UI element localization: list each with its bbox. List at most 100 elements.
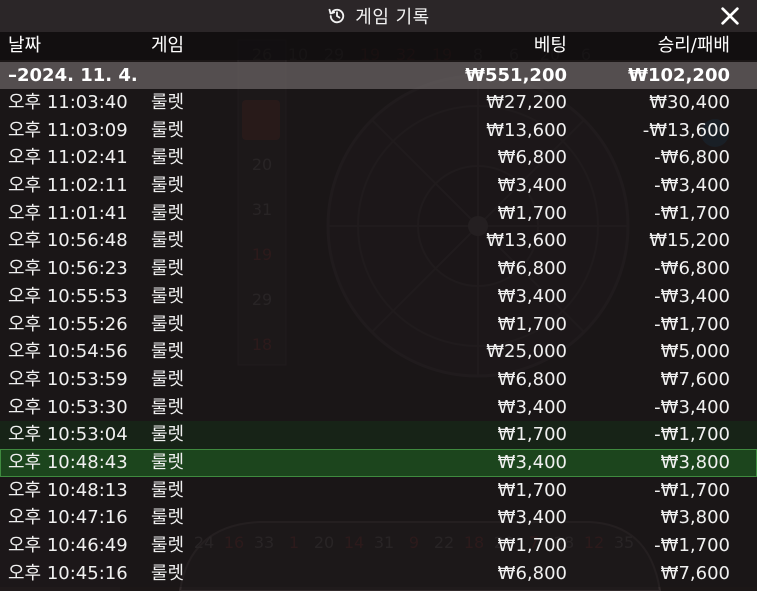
- row-bet: ₩6,800: [497, 368, 567, 390]
- row-bet: ₩13,600: [486, 230, 567, 252]
- row-bet: ₩25,000: [486, 341, 567, 363]
- row-game: 룰렛: [151, 535, 185, 556]
- row-time: 오후 11:03:09: [8, 119, 128, 141]
- row-win-loss: -₩3,400: [654, 175, 730, 197]
- table-row[interactable]: 오후 10:56:23 룰렛 ₩6,800 -₩6,800: [0, 255, 757, 283]
- history-icon: [327, 6, 347, 26]
- row-game: 룰렛: [151, 313, 185, 335]
- row-game: 룰렛: [151, 202, 185, 224]
- row-win-loss: -₩1,700: [654, 424, 730, 446]
- table-row-selected[interactable]: 오후 10:48:43 룰렛 ₩3,400 ₩3,800: [0, 448, 757, 477]
- table-row[interactable]: 오후 11:03:40 룰렛 ₩27,200 ₩30,400: [0, 89, 757, 117]
- row-bet: ₩1,700: [497, 479, 567, 501]
- row-time: 오후 10:53:30: [8, 396, 128, 418]
- row-bet: ₩13,600: [486, 119, 567, 141]
- row-time: 오후 10:53:59: [8, 368, 128, 390]
- row-game: 룰렛: [151, 562, 185, 584]
- row-game: 룰렛: [151, 119, 185, 141]
- row-game: 룰렛: [151, 147, 185, 169]
- row-game: 룰렛: [151, 230, 185, 252]
- table-row[interactable]: 오후 10:48:13 룰렛 ₩1,700 -₩1,700: [0, 476, 757, 505]
- header-game: 게임: [151, 35, 185, 56]
- row-win-loss: ₩5,000: [660, 341, 730, 363]
- table-row[interactable]: 오후 11:01:41 룰렛 ₩1,700 -₩1,700: [0, 199, 757, 228]
- row-time: 오후 10:56:48: [8, 230, 128, 252]
- header-bet: 베팅: [533, 35, 567, 56]
- table-row[interactable]: 오후 10:47:16 룰렛 ₩3,400 ₩3,800: [0, 504, 757, 532]
- row-win-loss: -₩6,800: [654, 147, 730, 169]
- table-row[interactable]: 오후 11:02:41 룰렛 ₩6,800 -₩6,800: [0, 144, 757, 173]
- row-bet: ₩3,400: [497, 175, 567, 197]
- row-time: 오후 11:02:41: [8, 147, 128, 169]
- row-bet: ₩1,700: [497, 202, 567, 224]
- row-time: 오후 10:48:13: [8, 479, 128, 501]
- table-row[interactable]: 오후 10:53:59 룰렛 ₩6,800 ₩7,600: [0, 365, 757, 394]
- title-wrap: 게임 기록: [327, 3, 429, 29]
- row-game: 룰렛: [151, 451, 185, 473]
- row-bet: ₩3,400: [497, 507, 567, 529]
- row-bet: ₩3,400: [497, 285, 567, 307]
- summary-win-loss: ₩102,200: [628, 65, 730, 86]
- day-summary-row[interactable]: –2024. 11. 4. ₩551,200 ₩102,200: [0, 62, 757, 89]
- row-time: 오후 10:53:04: [8, 424, 128, 446]
- table-row[interactable]: 오후 11:02:11 룰렛 ₩3,400 -₩3,400: [0, 172, 757, 200]
- table-row[interactable]: 오후 10:55:26 룰렛 ₩1,700 -₩1,700: [0, 310, 757, 339]
- table-row[interactable]: 오후 11:03:09 룰렛 ₩13,600 -₩13,600: [0, 116, 757, 145]
- row-bet: ₩6,800: [497, 562, 567, 584]
- row-game: 룰렛: [151, 507, 185, 529]
- row-time: 오후 10:55:26: [8, 313, 128, 335]
- table-row[interactable]: 오후 10:53:04 룰렛 ₩1,700 -₩1,700: [0, 421, 757, 449]
- row-bet: ₩1,700: [497, 313, 567, 335]
- row-bet: ₩1,700: [497, 424, 567, 446]
- header-date: 날짜: [8, 35, 42, 56]
- table-row[interactable]: 오후 10:55:53 룰렛 ₩3,400 -₩3,400: [0, 282, 757, 311]
- row-game: 룰렛: [151, 424, 185, 446]
- row-win-loss: -₩1,700: [654, 535, 730, 556]
- row-win-loss: -₩1,700: [654, 313, 730, 335]
- row-time: 오후 10:45:16: [8, 562, 128, 584]
- summary-date: –2024. 11. 4.: [8, 65, 138, 86]
- row-bet: ₩6,800: [497, 258, 567, 280]
- row-time: 오후 10:48:43: [8, 451, 128, 473]
- close-icon: [721, 7, 739, 25]
- row-bet: ₩27,200: [486, 92, 567, 113]
- row-win-loss: -₩3,400: [654, 396, 730, 418]
- row-game: 룰렛: [151, 479, 185, 501]
- table-row[interactable]: 오후 10:46:49 룰렛 ₩1,700 -₩1,700: [0, 532, 757, 560]
- title-bar: 게임 기록: [0, 0, 757, 32]
- row-game: 룰렛: [151, 175, 185, 197]
- row-win-loss: ₩7,600: [660, 368, 730, 390]
- row-win-loss: -₩1,700: [654, 202, 730, 224]
- row-time: 오후 11:01:41: [8, 202, 128, 224]
- row-game: 룰렛: [151, 258, 185, 280]
- close-button[interactable]: [717, 3, 743, 29]
- table-row[interactable]: 오후 10:45:16 룰렛 ₩6,800 ₩7,600: [0, 559, 757, 588]
- row-bet: ₩3,400: [497, 396, 567, 418]
- table-row[interactable]: 오후 10:53:30 룰렛 ₩3,400 -₩3,400: [0, 393, 757, 422]
- table-row[interactable]: 오후 10:56:48 룰렛 ₩13,600 ₩15,200: [0, 227, 757, 256]
- row-win-loss: -₩6,800: [654, 258, 730, 280]
- history-list: 오후 11:03:40 룰렛 ₩27,200 ₩30,400 오후 11:03:09 룰…: [0, 89, 757, 588]
- row-game: 룰렛: [151, 341, 185, 363]
- panel-title: 게임 기록: [355, 7, 430, 28]
- row-time: 오후 10:47:16: [8, 507, 128, 529]
- row-game: 룰렛: [151, 396, 185, 418]
- row-time: 오후 10:56:23: [8, 258, 128, 280]
- row-win-loss: -₩3,400: [654, 285, 730, 307]
- row-time: 오후 10:55:53: [8, 285, 128, 307]
- row-game: 룰렛: [151, 285, 185, 307]
- row-win-loss: ₩3,800: [660, 507, 730, 529]
- summary-bet: ₩551,200: [465, 65, 567, 86]
- row-time: 오후 10:46:49: [8, 535, 128, 556]
- row-bet: ₩6,800: [497, 147, 567, 169]
- row-win-loss: ₩3,800: [660, 451, 730, 473]
- table-header: 날짜 게임 베팅 승리/패배: [0, 32, 757, 60]
- row-time: 오후 10:54:56: [8, 341, 128, 363]
- row-bet: ₩1,700: [497, 535, 567, 556]
- header-win-loss: 승리/패배: [657, 35, 730, 56]
- row-win-loss: ₩30,400: [649, 92, 730, 113]
- table-row[interactable]: 오후 10:54:56 룰렛 ₩25,000 ₩5,000: [0, 338, 757, 366]
- row-win-loss: ₩7,600: [660, 562, 730, 584]
- row-win-loss: -₩13,600: [642, 119, 730, 141]
- row-bet: ₩3,400: [497, 451, 567, 473]
